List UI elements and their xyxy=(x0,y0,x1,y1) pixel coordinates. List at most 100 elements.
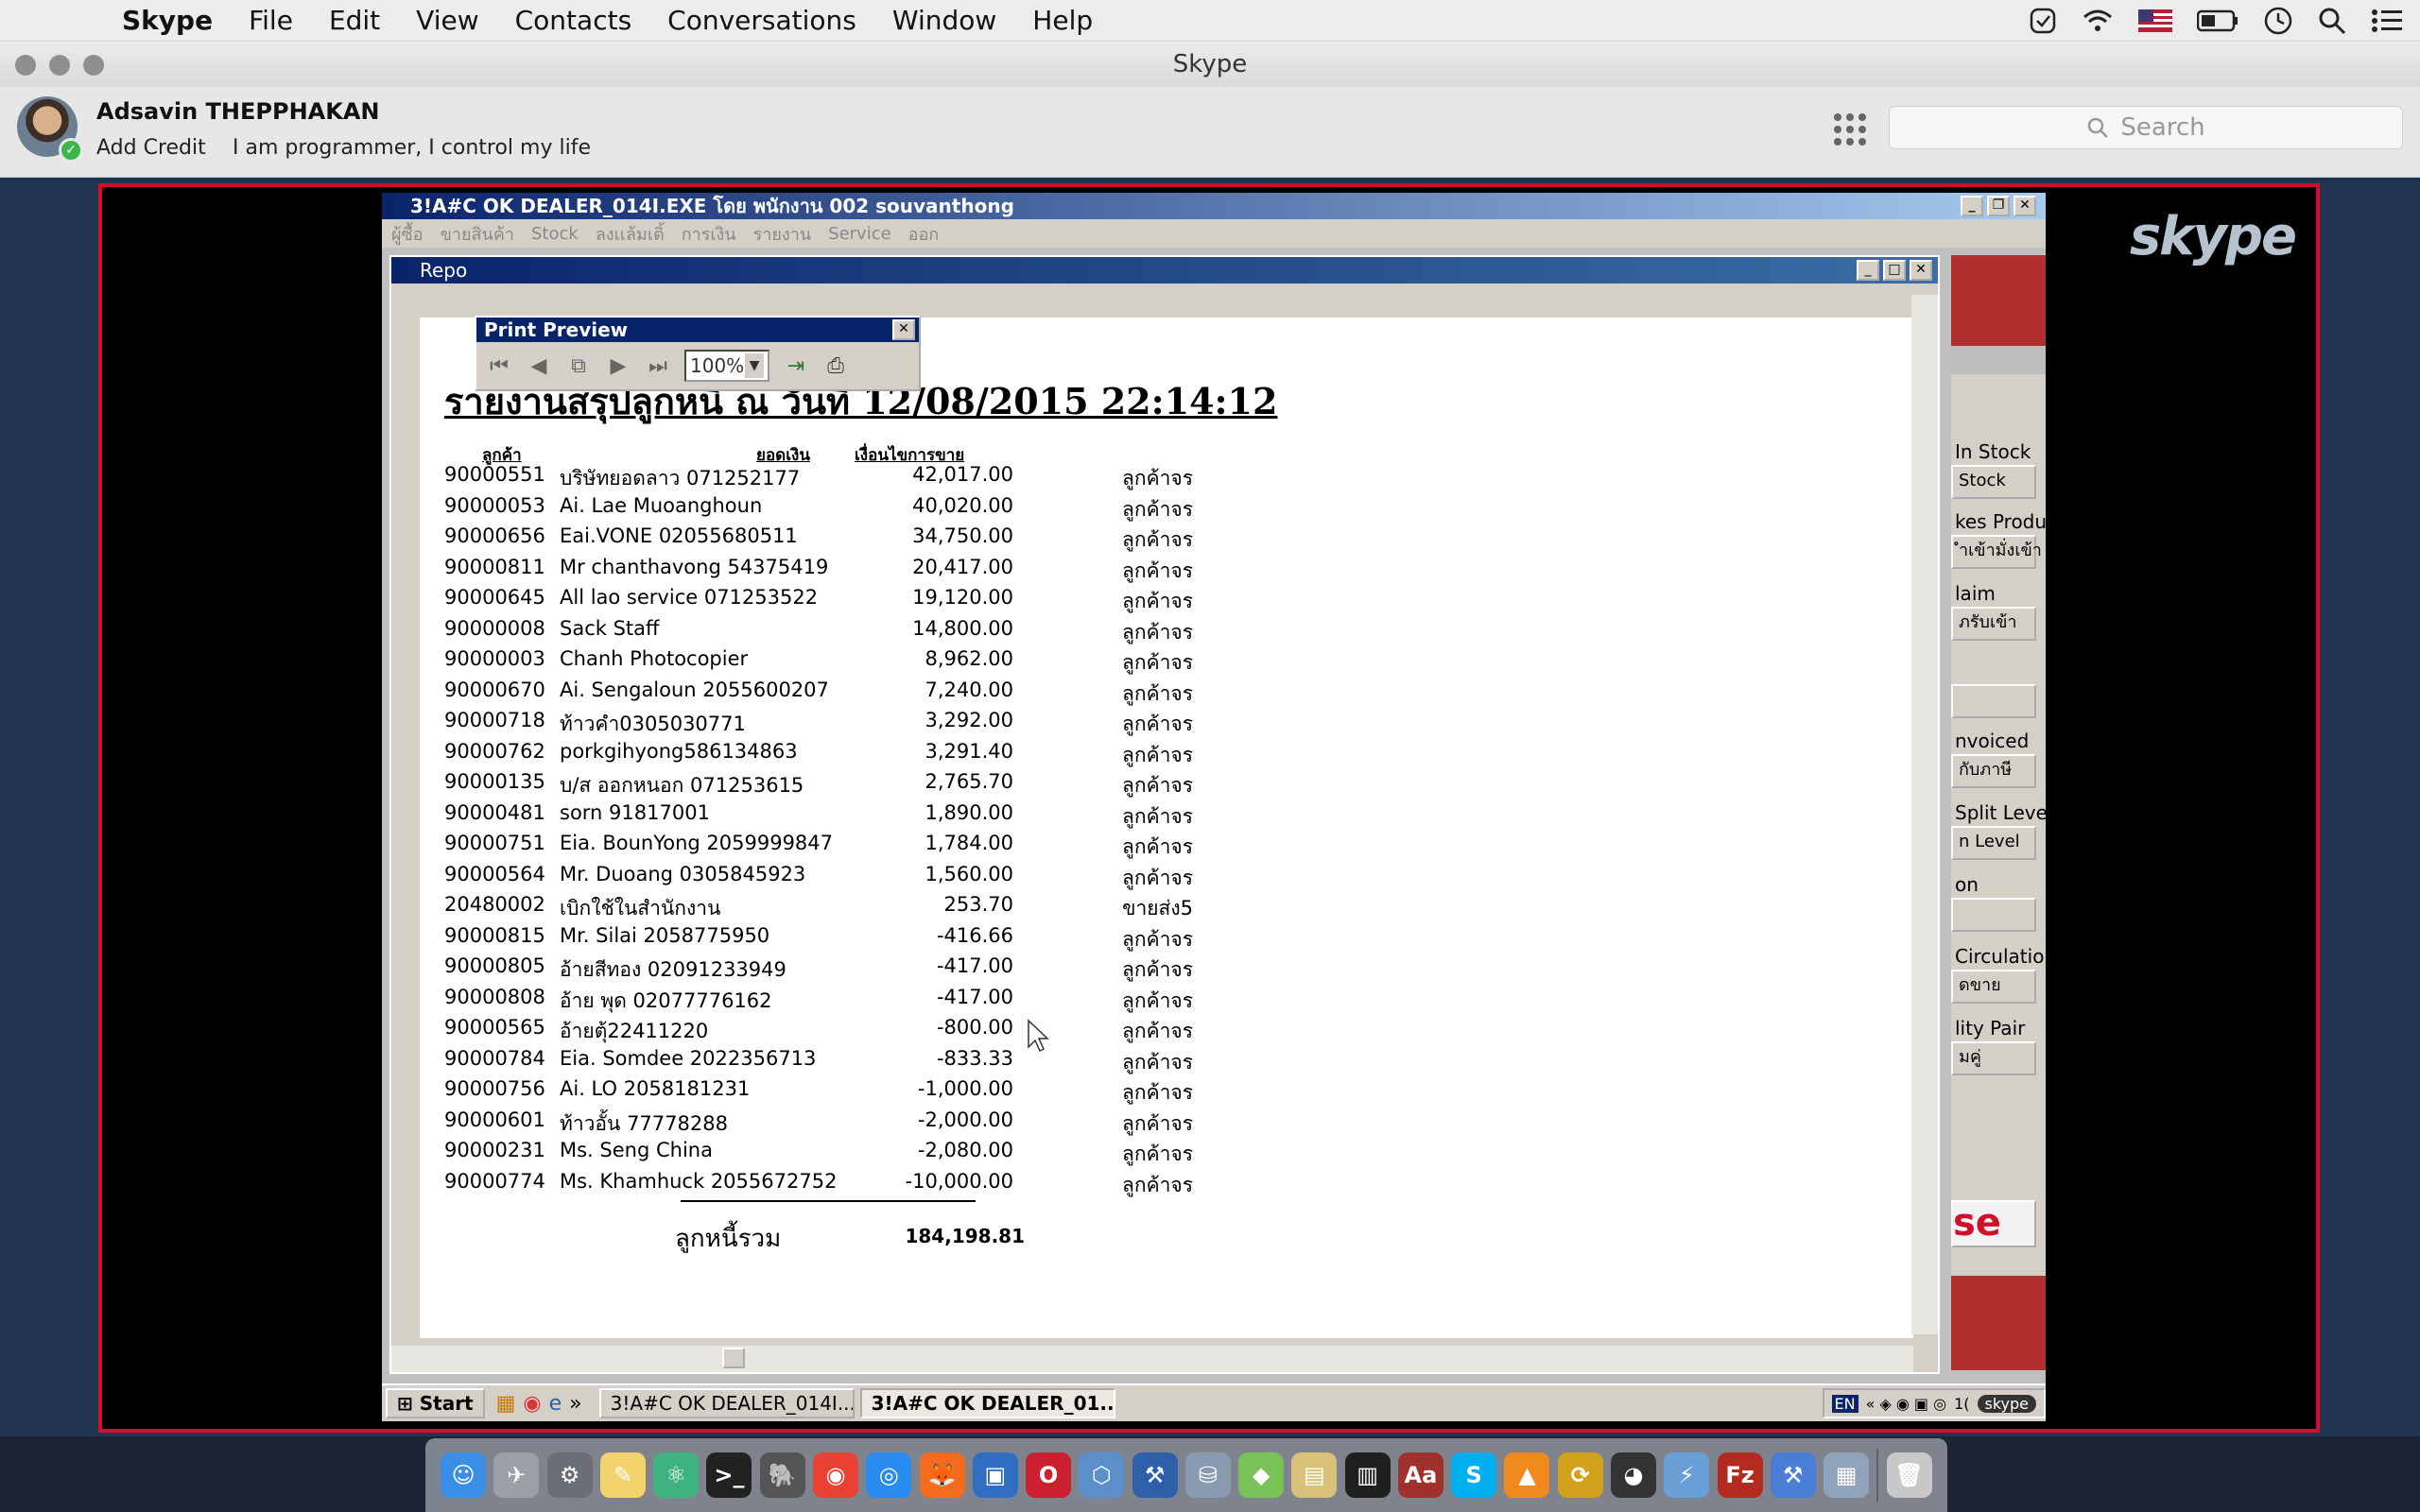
n-level-button[interactable]: n Level xyxy=(1951,826,2036,860)
mood-message[interactable]: I am programmer, I control my life xyxy=(233,136,591,160)
checkmark-circle-icon[interactable] xyxy=(2029,7,2057,35)
remote-menu-sell[interactable]: ขายสินค้า xyxy=(441,220,514,248)
menu-view[interactable]: View xyxy=(398,5,496,36)
zoom-window-button[interactable] xyxy=(83,55,104,76)
dock-filezilla-icon[interactable]: Fz xyxy=(1717,1452,1763,1498)
dock-remote-desktop-icon[interactable]: ▣ xyxy=(972,1452,1018,1498)
ie-icon[interactable]: e xyxy=(549,1392,562,1416)
remote-close-button[interactable]: ✕ xyxy=(2014,196,2036,216)
shared-screen[interactable]: skype 3!A#C OK DEALER_014I.EXE โดย พนักง… xyxy=(98,183,2320,1433)
horizontal-scrollbar[interactable] xyxy=(391,1346,1913,1372)
sales-button[interactable]: ดขาย xyxy=(1951,970,2036,1004)
dock-notes-icon[interactable]: ✎ xyxy=(599,1452,646,1498)
receive-button[interactable]: ำเข้ามั่งเข้า xyxy=(1951,535,2042,569)
menu-window[interactable]: Window xyxy=(874,5,1014,36)
pair-button[interactable]: มคู่ xyxy=(1951,1041,2036,1075)
remote-menu-service[interactable]: Service xyxy=(828,224,891,244)
remote-restore-button[interactable]: ❐ xyxy=(1987,196,2010,216)
dock-firefox-icon[interactable]: 🦊 xyxy=(919,1452,965,1498)
tax-button[interactable]: กับภาษี xyxy=(1951,754,2036,788)
quicklaunch-app-icon[interactable]: ▦ xyxy=(496,1392,516,1416)
remote-menu-add[interactable]: ลงเเล้มเติ้ xyxy=(596,220,665,248)
remote-menu-stock[interactable]: Stock xyxy=(531,224,579,244)
start-button[interactable]: ⊞ Start xyxy=(386,1388,485,1418)
remote-menu-exit[interactable]: ออก xyxy=(908,220,940,248)
menu-help[interactable]: Help xyxy=(1014,5,1111,36)
remote-menu-finance[interactable]: การเงิน xyxy=(682,220,736,248)
chevron-down-icon[interactable]: ▼ xyxy=(745,353,764,378)
dock-xcode-2-icon[interactable]: ⚒ xyxy=(1770,1452,1816,1498)
skype-tray-icon[interactable]: skype xyxy=(1977,1394,2036,1413)
dock-chrome-icon[interactable]: ◉ xyxy=(812,1452,858,1498)
print-preview-close-button[interactable]: ✕ xyxy=(892,319,915,340)
dock-opera-icon[interactable]: O xyxy=(1026,1452,1072,1498)
remote-minimize-button[interactable]: _ xyxy=(1961,196,1983,216)
scroll-thumb[interactable] xyxy=(722,1348,745,1368)
tray-clock[interactable]: 1( xyxy=(1954,1395,1969,1413)
minimize-window-button[interactable] xyxy=(49,55,70,76)
language-indicator[interactable]: EN xyxy=(1831,1394,1858,1413)
dock-atom-icon[interactable]: ⚛ xyxy=(653,1452,700,1498)
next-page-icon[interactable]: ▶ xyxy=(605,354,631,378)
menu-conversations[interactable]: Conversations xyxy=(649,5,874,36)
report-maximize-button[interactable]: □ xyxy=(1883,260,1906,281)
add-credit-link[interactable]: Add Credit xyxy=(96,136,206,160)
menu-file[interactable]: File xyxy=(231,5,311,36)
dock-wireless-icon[interactable]: ⚡ xyxy=(1664,1452,1710,1498)
dock-virtualbox-icon[interactable]: ⬡ xyxy=(1079,1452,1125,1498)
remote-menu-buyer[interactable]: ผู้ซื้อ xyxy=(391,220,424,248)
blank-button[interactable] xyxy=(1951,684,2036,718)
search-input[interactable]: Search xyxy=(1889,106,2403,149)
close-system-button[interactable]: se xyxy=(1951,1200,2036,1247)
spotlight-search-icon[interactable] xyxy=(2318,7,2346,35)
dock-screen-share-icon[interactable]: ▦ xyxy=(1824,1452,1870,1498)
menu-edit[interactable]: Edit xyxy=(311,5,398,36)
battery-icon[interactable] xyxy=(2197,9,2238,32)
dock-safari-icon[interactable]: ◎ xyxy=(866,1452,912,1498)
menu-app-skype[interactable]: Skype xyxy=(104,5,231,36)
dock-sync-icon[interactable]: ⟳ xyxy=(1557,1452,1603,1498)
dock-vlc-icon[interactable]: ▲ xyxy=(1504,1452,1550,1498)
dock-finder-icon[interactable]: ☺ xyxy=(441,1452,487,1498)
prev-page-icon[interactable]: ◀ xyxy=(526,354,552,378)
dialpad-icon[interactable] xyxy=(1834,113,1866,146)
profile-name[interactable]: Adsavin THEPPHAKAN xyxy=(96,98,380,125)
taskbar-item-dealer-2[interactable]: 3!A#C OK DEALER_01... xyxy=(859,1388,1115,1418)
close-window-button[interactable] xyxy=(15,55,36,76)
dock-github-icon[interactable]: ◕ xyxy=(1610,1452,1656,1498)
dock-system-preferences-icon[interactable]: ⚙ xyxy=(546,1452,593,1498)
tray-icons[interactable]: « ◈ ◉ ▣ ◎ xyxy=(1866,1395,1946,1413)
vertical-scrollbar[interactable] xyxy=(1911,295,1938,1334)
menu-contacts[interactable]: Contacts xyxy=(497,5,650,36)
more-icon[interactable]: » xyxy=(569,1392,581,1416)
dock-sql-icon[interactable]: ⛁ xyxy=(1184,1452,1231,1498)
multi-page-icon[interactable]: ⧉ xyxy=(565,354,592,378)
first-page-icon[interactable]: ⏮ xyxy=(486,354,512,378)
last-page-icon[interactable]: ⏭ xyxy=(645,354,671,378)
dock-trash-icon[interactable]: 🗑 xyxy=(1886,1452,1932,1498)
clock-icon[interactable] xyxy=(2263,6,2293,36)
dock-folder-icon[interactable]: ▤ xyxy=(1291,1452,1338,1498)
dock-launchpad-icon[interactable]: ✈ xyxy=(493,1452,540,1498)
report-close-button[interactable]: ✕ xyxy=(1910,260,1932,281)
export-icon[interactable]: ⇥ xyxy=(783,354,809,378)
dock-activity-monitor-icon[interactable]: ▥ xyxy=(1344,1452,1391,1498)
remote-menu-report[interactable]: รายงาน xyxy=(753,220,812,248)
chrome-icon[interactable]: ◉ xyxy=(523,1392,541,1416)
report-minimize-button[interactable]: _ xyxy=(1857,260,1879,281)
wifi-icon[interactable] xyxy=(2082,8,2114,34)
us-flag-icon[interactable] xyxy=(2138,9,2172,32)
zoom-select[interactable]: 100% ▼ xyxy=(684,350,769,382)
dock-skype-icon[interactable]: S xyxy=(1451,1452,1497,1498)
dock-dictionary-icon[interactable]: Aa xyxy=(1397,1452,1443,1498)
avatar[interactable]: ✓ xyxy=(17,96,83,163)
receive2-button[interactable]: ภรับเข้า xyxy=(1951,607,2036,641)
remote-desktop[interactable]: 3!A#C OK DEALER_014I.EXE โดย พนักงาน 002… xyxy=(382,193,2046,1421)
dock-xcode-icon[interactable]: ⚒ xyxy=(1132,1452,1178,1498)
printer-icon[interactable]: ⎙ xyxy=(822,354,849,378)
blank-button-2[interactable] xyxy=(1951,898,2036,932)
notification-center-icon[interactable] xyxy=(2371,8,2403,34)
dock-sequel-pro-icon[interactable]: 🐘 xyxy=(759,1452,805,1498)
stock-button[interactable]: Stock xyxy=(1951,465,2036,499)
taskbar-item-dealer-1[interactable]: 3!A#C OK DEALER_014I... xyxy=(598,1388,855,1418)
